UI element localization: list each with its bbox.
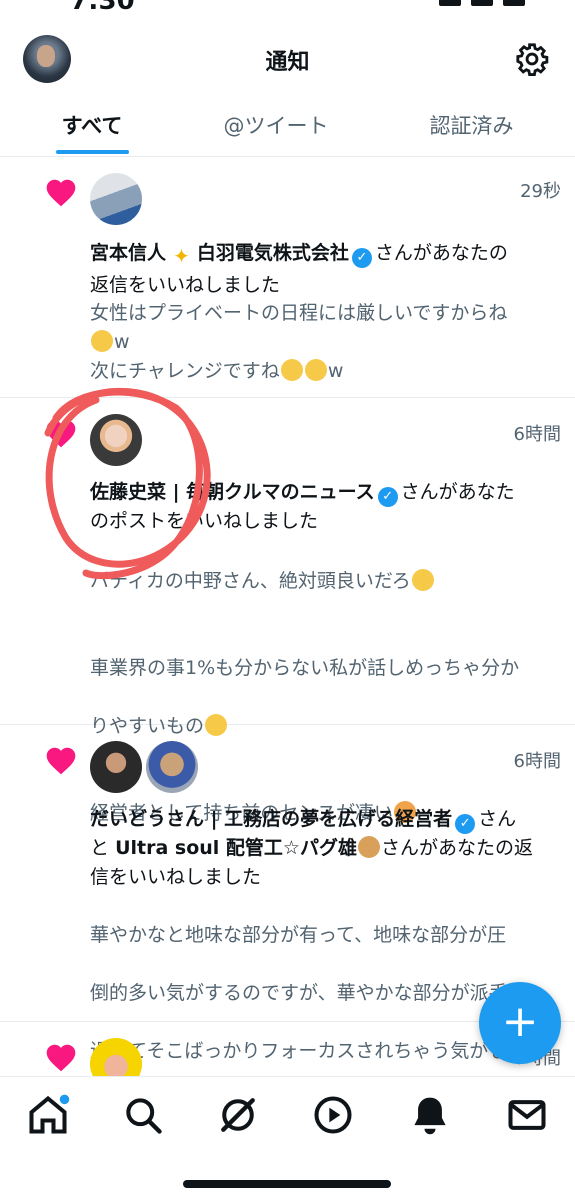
laughing-emoji-icon — [280, 359, 303, 381]
user-avatar[interactable] — [90, 414, 142, 466]
heart-icon — [46, 747, 76, 775]
grok-icon[interactable] — [216, 1093, 260, 1137]
verified-badge-icon: ✓ — [377, 487, 398, 507]
notification-text: 宮本信人 ✦ 白羽電気株式会社 ✓ さんがあなたの 返信をいいねしました — [90, 242, 508, 296]
user-name[interactable]: だいどうさん | 工務店の夢を広げる経営者 — [90, 808, 452, 830]
tab-verified[interactable]: 認証済み — [368, 100, 575, 156]
user-avatar[interactable] — [90, 173, 142, 225]
notification-item[interactable]: 29秒 宮本信人 ✦ 白羽電気株式会社 ✓ さんがあなたの 返信をいいねしました 女… — [0, 157, 575, 398]
compose-button[interactable]: + — [479, 982, 561, 1064]
page-title: 通知 — [265, 50, 310, 75]
status-icons — [439, 0, 525, 6]
mail-icon[interactable] — [505, 1093, 549, 1137]
verified-badge-icon: ✓ — [455, 814, 476, 834]
notification-item[interactable]: 6時間 佐藤史菜 | 毎朝クルマのニュース ✓ さんがあなた のポストをいいねしまし… — [0, 398, 575, 824]
home-indicator — [183, 1180, 391, 1188]
liked-reply-text: 女性はプライベートの日程には厳しいですからね w 次にチャレンジですね w — [90, 302, 508, 382]
laughing-emoji-icon — [91, 330, 113, 352]
dog-emoji-icon — [357, 836, 380, 858]
tab-all[interactable]: すべて — [0, 100, 184, 156]
notification-time: 6時間 — [513, 424, 561, 445]
star-emoji-icon: ✦ — [173, 244, 190, 268]
tab-mentions[interactable]: @ツイート — [184, 100, 368, 156]
user-avatar[interactable] — [146, 741, 198, 793]
eye-roll-emoji-icon — [411, 569, 434, 591]
search-icon[interactable] — [121, 1093, 165, 1137]
heart-icon — [46, 420, 76, 448]
verified-badge-icon: ✓ — [351, 248, 372, 268]
notification-time: 29秒 — [520, 181, 561, 202]
user-avatar[interactable] — [90, 741, 142, 793]
home-icon[interactable] — [26, 1093, 70, 1137]
user-name[interactable]: 宮本信人 — [90, 242, 166, 264]
heart-icon — [46, 179, 76, 207]
user-name[interactable]: Ultra soul 配管工☆パグ雄 — [115, 837, 357, 859]
notification-text: だいどうさん | 工務店の夢を広げる経営者 ✓ さん と Ultra soul 配管… — [90, 808, 533, 888]
laughing-emoji-icon — [304, 359, 327, 381]
notification-time: 6時間 — [513, 751, 561, 772]
user-org[interactable]: 白羽電気株式会社 — [197, 242, 349, 264]
bell-icon[interactable] — [408, 1093, 452, 1137]
video-play-icon[interactable] — [311, 1093, 355, 1137]
notification-item[interactable]: 6時間 だいどうさん | 工務店の夢を広げる経営者 ✓ さん と Ultra sou… — [0, 725, 575, 1120]
notification-tabs: すべて @ツイート 認証済み — [0, 100, 575, 157]
status-bar: 7:30 — [0, 0, 575, 16]
user-name[interactable]: 佐藤史菜 | 毎朝クルマのニュース — [90, 481, 375, 503]
notification-text: 佐藤史菜 | 毎朝クルマのニュース ✓ さんがあなた のポストをいいねしました — [90, 481, 515, 532]
heart-icon — [46, 1044, 76, 1072]
top-bar: 通知 — [0, 14, 575, 94]
gear-icon[interactable] — [515, 42, 549, 76]
active-tab-indicator — [56, 150, 129, 154]
